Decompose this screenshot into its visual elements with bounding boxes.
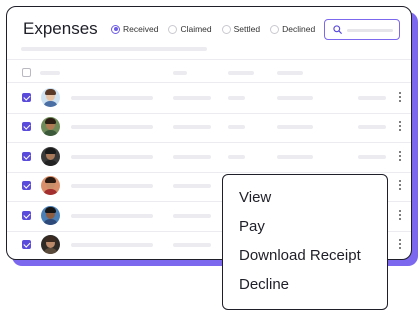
search-placeholder (347, 29, 393, 32)
radio-claimed[interactable] (168, 24, 178, 34)
cell-placeholder (71, 125, 153, 130)
cell-placeholder (358, 154, 386, 159)
radio-received[interactable] (111, 24, 120, 34)
more-options-icon[interactable] (398, 150, 402, 163)
avatar (41, 117, 60, 137)
avatar (41, 146, 60, 166)
search-icon (333, 25, 342, 34)
cell-placeholder (71, 184, 153, 189)
avatar (41, 235, 60, 255)
row-actions-menu: View Pay Download Receipt Decline (222, 174, 388, 310)
row-checkbox[interactable] (22, 92, 31, 102)
page-title: Expenses (23, 19, 98, 38)
filter-label: Claimed (180, 24, 212, 34)
cell-placeholder (71, 243, 153, 248)
filter-label: Settled (233, 24, 261, 34)
avatar (41, 87, 60, 107)
avatar (41, 176, 60, 196)
radio-settled[interactable] (221, 24, 231, 34)
menu-item-pay[interactable]: Pay (239, 218, 265, 235)
row-checkbox[interactable] (22, 240, 31, 250)
cell-placeholder (228, 95, 245, 100)
column-header (173, 71, 187, 75)
cell-placeholder (358, 125, 386, 130)
column-header (228, 71, 254, 75)
cell-placeholder (173, 125, 211, 130)
row-checkbox[interactable] (22, 210, 31, 220)
avatar (41, 205, 60, 225)
cell-placeholder (71, 95, 153, 100)
cell-placeholder (173, 243, 211, 248)
column-header (277, 71, 303, 75)
cell-placeholder (173, 213, 211, 218)
filter-label: Received (123, 24, 159, 34)
more-options-icon[interactable] (398, 91, 402, 104)
more-options-icon[interactable] (398, 180, 402, 192)
filter-declined[interactable]: Declined (270, 24, 315, 34)
filter-received[interactable]: Received (111, 24, 158, 34)
menu-item-download-receipt[interactable]: Download Receipt (239, 247, 361, 264)
row-checkbox[interactable] (22, 151, 31, 161)
radio-declined[interactable] (270, 24, 280, 34)
cell-placeholder (358, 95, 386, 100)
more-options-icon[interactable] (398, 209, 402, 222)
cell-placeholder (277, 154, 313, 159)
menu-item-view[interactable]: View (239, 189, 271, 206)
cell-placeholder (173, 95, 211, 100)
divider (7, 59, 411, 60)
search-input[interactable] (324, 19, 400, 40)
menu-item-decline[interactable]: Decline (239, 276, 289, 293)
cell-placeholder (277, 125, 313, 130)
subtitle-placeholder (21, 47, 207, 51)
filter-label: Declined (282, 24, 316, 34)
status-filter-group: Received Claimed Settled Declined (111, 24, 315, 34)
row-checkbox[interactable] (22, 181, 31, 191)
filter-claimed[interactable]: Claimed (168, 24, 212, 34)
filter-settled[interactable]: Settled (221, 24, 261, 34)
select-all-checkbox[interactable] (22, 68, 31, 77)
cell-placeholder (71, 154, 153, 159)
cell-placeholder (228, 154, 245, 159)
more-options-icon[interactable] (398, 121, 402, 133)
cell-placeholder (277, 95, 313, 100)
more-options-icon[interactable] (398, 239, 402, 251)
cell-placeholder (71, 213, 153, 218)
row-checkbox[interactable] (22, 122, 31, 132)
column-header (40, 71, 60, 75)
cell-placeholder (173, 154, 211, 159)
cell-placeholder (228, 125, 245, 130)
cell-placeholder (173, 184, 211, 189)
